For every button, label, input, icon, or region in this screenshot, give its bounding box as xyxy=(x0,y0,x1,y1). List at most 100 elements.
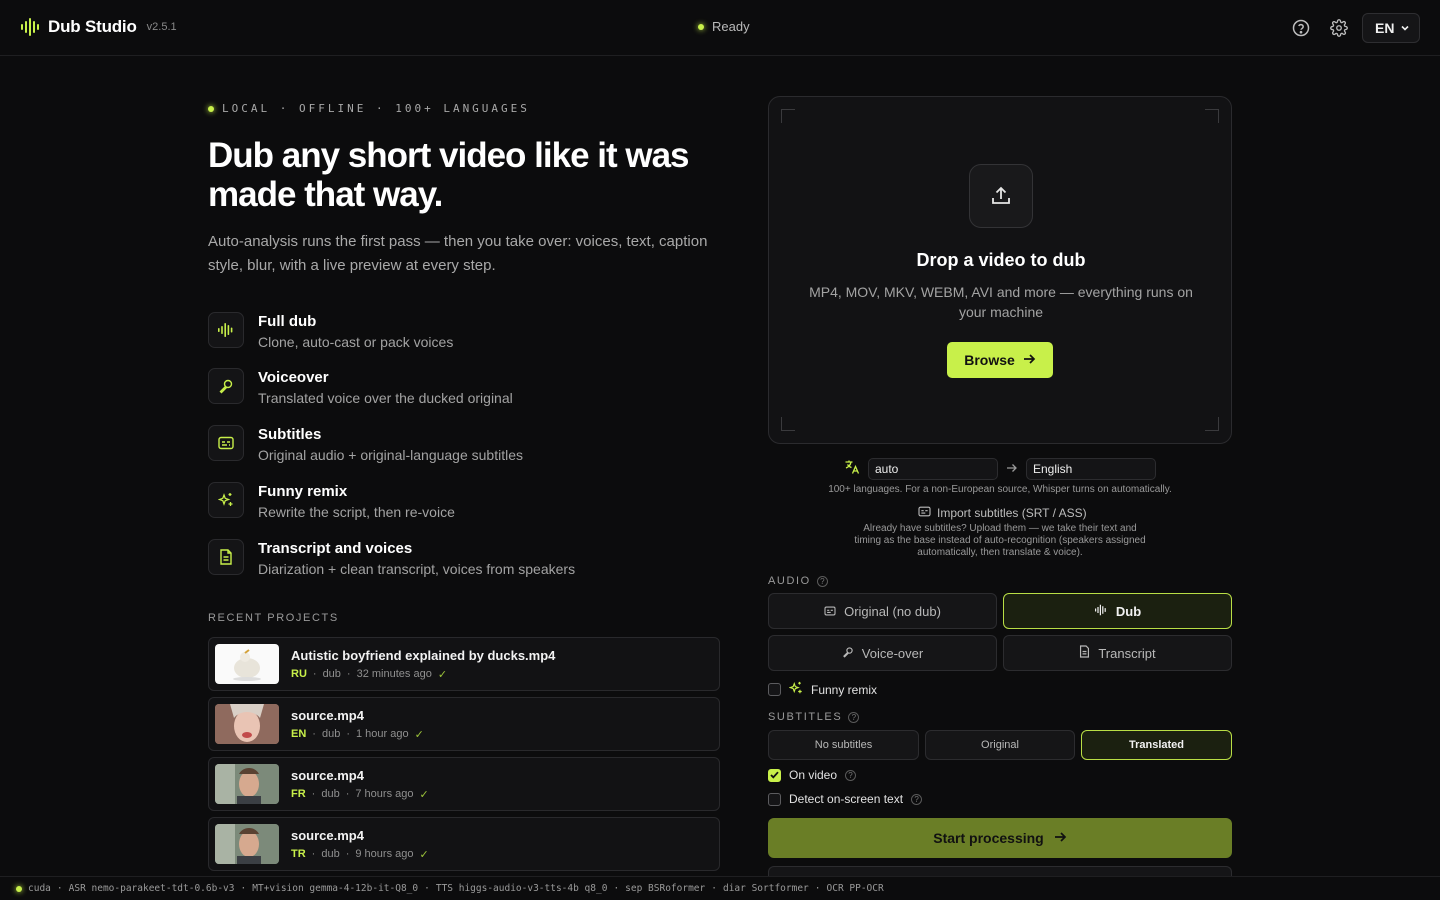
top-bar: Dub Studio v2.5.1 Ready EN xyxy=(0,0,1440,56)
subtitle-option-label: Translated xyxy=(1128,739,1185,751)
project-lang: RU xyxy=(291,668,307,680)
detect-text-checkbox-row[interactable]: Detect on-screen text ? xyxy=(768,792,923,806)
project-item[interactable]: source.mp4 EN · dub · 1 hour ago ✓ xyxy=(208,697,720,751)
subtitles-label: SUBTITLES ? xyxy=(768,711,860,723)
ui-language-value: EN xyxy=(1375,20,1395,36)
audio-option-dub[interactable]: Dub xyxy=(1003,593,1232,629)
language-hint: 100+ languages. For a non-European sourc… xyxy=(828,484,1172,495)
check-icon: ✓ xyxy=(437,668,448,681)
separator: · xyxy=(711,883,717,894)
separator: · xyxy=(56,883,63,894)
separator: · xyxy=(424,883,430,894)
document-icon xyxy=(1079,645,1090,661)
model-tts: TTS higgs-audio-v3-tts-4b q8_0 xyxy=(435,883,608,894)
audio-option-label: Original (no dub) xyxy=(844,603,941,619)
project-name: Autistic boyfriend explained by ducks.mp… xyxy=(291,647,556,663)
help-icon[interactable]: ? xyxy=(845,769,857,781)
translate-icon xyxy=(844,459,860,480)
feature-subtitles: Subtitles Original audio + original-lang… xyxy=(208,425,523,463)
audio-option-label: Voice-over xyxy=(861,645,924,661)
project-name: source.mp4 xyxy=(291,827,364,843)
project-mode: dub xyxy=(321,788,340,800)
funny-remix-checkbox[interactable] xyxy=(768,683,781,696)
audio-option-voice-over[interactable]: Voice-over xyxy=(768,635,997,671)
feature-desc: Diarization + clean transcript, voices f… xyxy=(258,561,576,577)
audio-option-original[interactable]: Original (no dub) xyxy=(768,593,997,629)
device-status-dot-icon xyxy=(16,885,22,892)
project-item[interactable]: source.mp4 FR · dub · 7 hours ago ✓ xyxy=(208,757,720,811)
import-subtitles-button[interactable]: Import subtitles (SRT / ASS) xyxy=(918,506,1087,520)
audio-label: AUDIO ? xyxy=(768,575,828,587)
project-meta: TR · dub · 9 hours ago ✓ xyxy=(291,848,429,861)
model-diar: diar Sortformer xyxy=(722,883,809,894)
waveform-icon xyxy=(208,312,244,348)
waveform-logo-icon xyxy=(20,16,40,38)
subtitle-option-translated[interactable]: Translated xyxy=(1081,730,1232,760)
detect-text-label: Detect on-screen text xyxy=(789,792,904,806)
project-lang: TR xyxy=(291,848,306,860)
subtitle-option-none[interactable]: No subtitles xyxy=(768,730,919,760)
microphone-icon xyxy=(208,368,244,404)
separator: · xyxy=(240,883,247,894)
project-thumbnail xyxy=(215,764,279,804)
help-icon[interactable]: ? xyxy=(911,793,923,805)
help-icon[interactable]: ? xyxy=(816,575,828,587)
subtitle-option-label: Original xyxy=(981,739,1019,751)
import-hint: Already have subtitles? Upload them — we… xyxy=(854,523,1146,558)
subtitle-option-original[interactable]: Original xyxy=(925,730,1075,760)
help-icon[interactable]: ? xyxy=(848,711,860,723)
project-mode: dub xyxy=(321,848,340,860)
feature-title: Voiceover xyxy=(258,369,329,386)
secondary-panel-edge xyxy=(768,866,1232,876)
source-language-input[interactable] xyxy=(868,458,998,480)
project-time: 1 hour ago xyxy=(355,728,409,740)
project-mode: dub xyxy=(322,668,341,680)
status-footer: cuda · ASR nemo-parakeet-tdt-0.6b-v3 · M… xyxy=(0,876,1440,900)
subtitles-icon xyxy=(824,604,836,619)
feature-desc: Rewrite the script, then re-voice xyxy=(258,504,455,520)
feature-transcript: Transcript and voices Diarization + clea… xyxy=(208,539,575,577)
project-item[interactable]: source.mp4 TR · dub · 9 hours ago ✓ xyxy=(208,817,720,871)
project-meta: EN · dub · 1 hour ago ✓ xyxy=(291,728,424,741)
browse-button-label: Browse xyxy=(964,352,1015,368)
brand[interactable]: Dub Studio v2.5.1 xyxy=(20,16,177,38)
funny-remix-checkbox-row[interactable]: Funny remix xyxy=(768,681,877,698)
feature-desc: Clone, auto-cast or pack voices xyxy=(258,334,454,350)
dropzone-subtitle: MP4, MOV, MKV, WEBM, AVI and more — ever… xyxy=(809,284,1193,320)
on-video-checkbox[interactable] xyxy=(768,768,781,782)
audio-option-transcript[interactable]: Transcript xyxy=(1003,635,1232,671)
project-lang: FR xyxy=(291,788,306,800)
upload-icon xyxy=(969,164,1033,228)
document-icon xyxy=(208,539,244,575)
recent-projects-label: RECENT PROJECTS xyxy=(208,612,339,624)
start-processing-button[interactable]: Start processing xyxy=(768,818,1232,858)
project-thumbnail xyxy=(215,704,279,744)
video-dropzone[interactable]: Drop a video to dub MP4, MOV, MKV, WEBM,… xyxy=(768,96,1232,444)
app-version: v2.5.1 xyxy=(146,21,177,33)
project-name: source.mp4 xyxy=(291,707,364,723)
arrow-right-icon xyxy=(1006,460,1018,478)
target-language-input[interactable] xyxy=(1026,458,1156,480)
model-asr: ASR nemo-parakeet-tdt-0.6b-v3 xyxy=(68,883,235,894)
help-icon[interactable] xyxy=(1291,18,1311,38)
dropzone-corner xyxy=(1205,417,1219,431)
project-item[interactable]: Autistic boyfriend explained by ducks.mp… xyxy=(208,637,720,691)
project-meta: RU · dub · 32 minutes ago ✓ xyxy=(291,668,448,681)
on-video-checkbox-row[interactable]: On video ? xyxy=(768,768,857,782)
hero-title: Dub any short video like it was made tha… xyxy=(208,136,690,214)
status-indicator: Ready xyxy=(698,19,750,34)
model-sep: sep BSRoformer xyxy=(625,883,706,894)
feature-desc: Original audio + original-language subti… xyxy=(258,447,524,463)
feature-title: Subtitles xyxy=(258,426,322,443)
waveform-icon xyxy=(1094,604,1108,619)
status-dot-icon xyxy=(698,23,704,30)
gear-icon[interactable] xyxy=(1329,18,1349,38)
feature-title: Funny remix xyxy=(258,483,348,500)
subtitles-icon xyxy=(918,506,931,520)
project-time: 7 hours ago xyxy=(355,788,414,800)
browse-button[interactable]: Browse xyxy=(947,342,1053,378)
subtitle-option-label: No subtitles xyxy=(814,739,873,751)
eyebrow-dot-icon xyxy=(208,105,214,112)
detect-text-checkbox[interactable] xyxy=(768,792,781,806)
ui-language-select[interactable]: EN xyxy=(1362,13,1420,43)
